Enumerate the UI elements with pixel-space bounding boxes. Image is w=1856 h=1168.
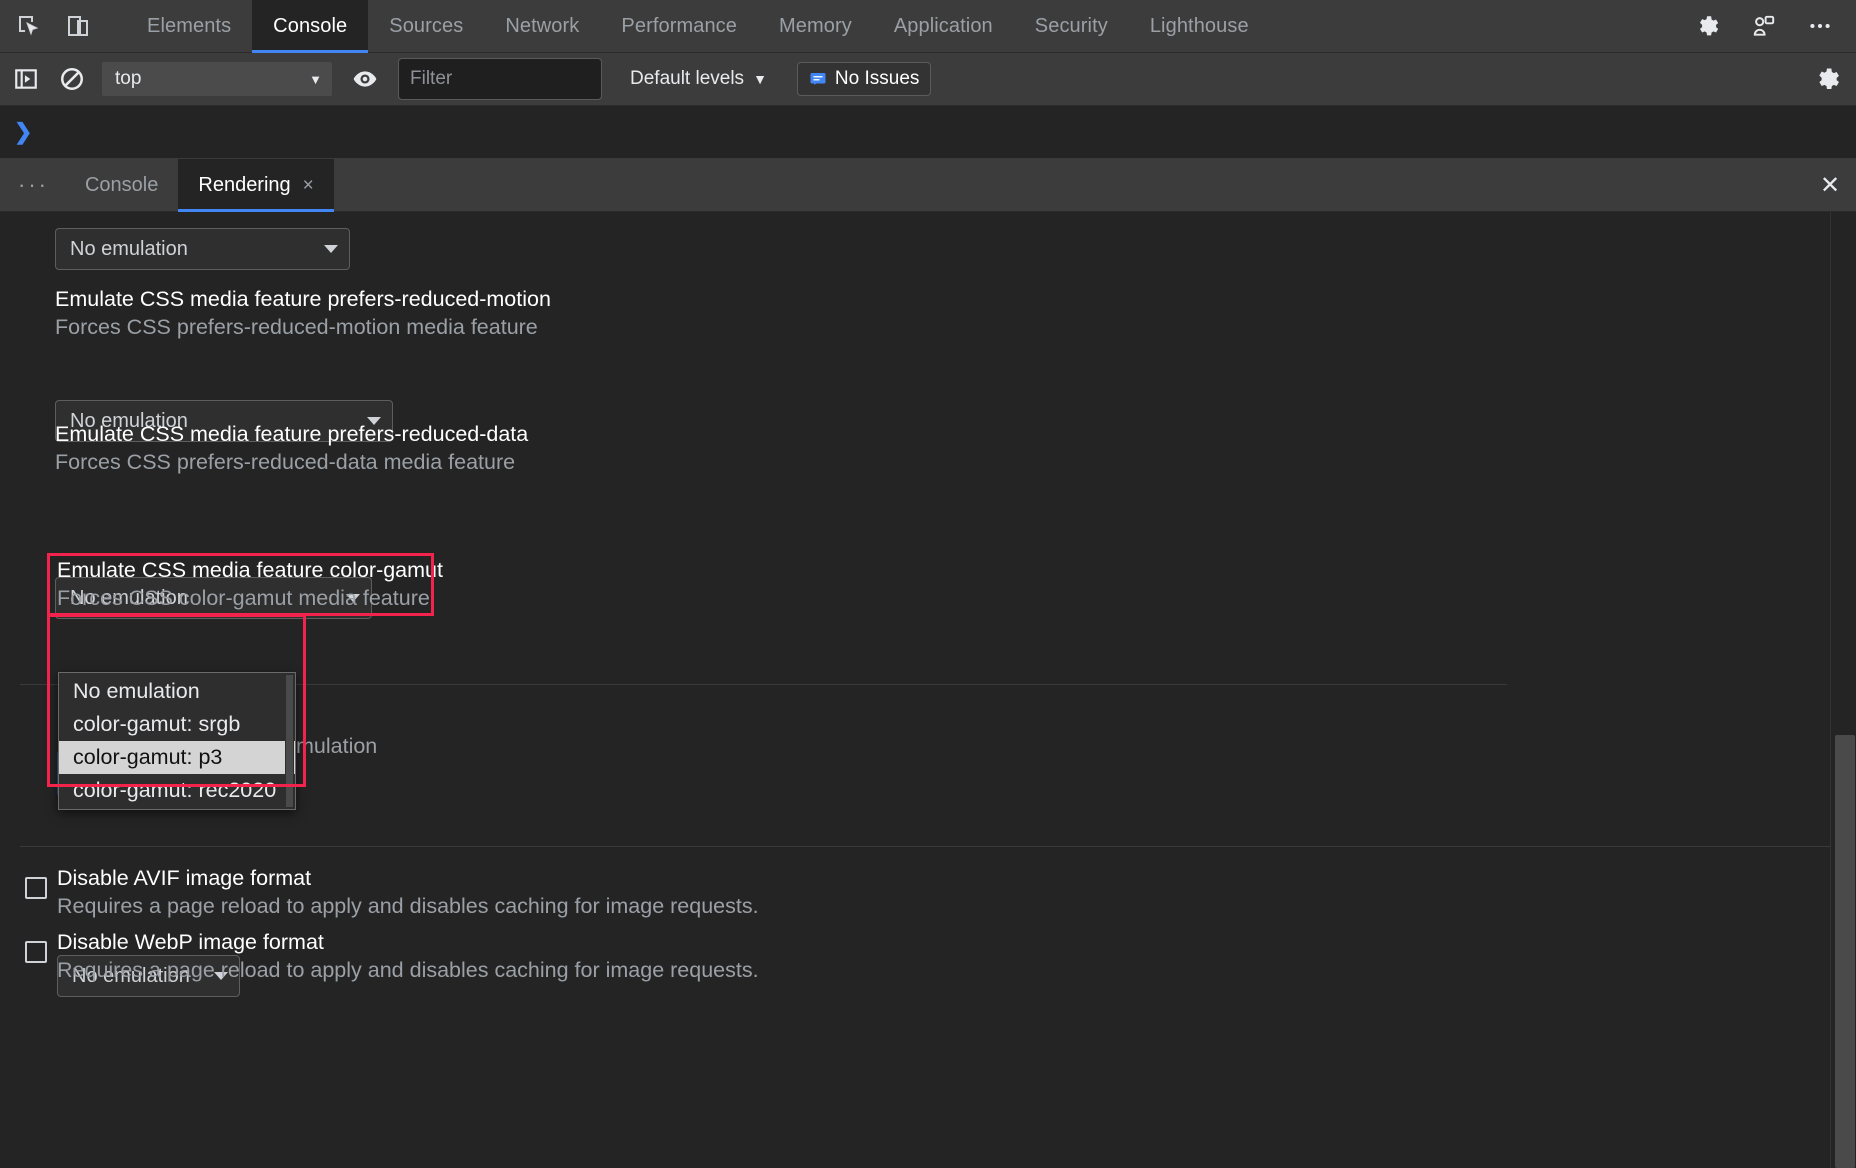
setting-color-gamut: Emulate CSS media feature color-gamut Fo… [57, 556, 443, 612]
checkbox-disable-avif[interactable] [25, 877, 47, 899]
drawer-tab-console[interactable]: Console [65, 159, 178, 212]
tab-label: Application [893, 14, 993, 37]
option-label: color-gamut: srgb [73, 712, 241, 736]
filter-input[interactable] [398, 58, 602, 100]
more-vertical-icon[interactable] [1798, 4, 1842, 48]
tab-label: Sources [389, 14, 464, 37]
setting-title: Emulate CSS media feature prefers-reduce… [55, 422, 529, 446]
drawer-tab-label: Console [84, 174, 159, 196]
close-drawer-button[interactable]: ✕ [1804, 159, 1856, 211]
more-horizontal-icon: ··· [18, 172, 49, 197]
setting-subtitle: Forces CSS color-gamut media feature [57, 586, 430, 610]
log-levels-label: Default levels [630, 68, 745, 89]
option-label: No emulation [73, 679, 200, 703]
main-tab-list: Elements Console Sources Network Perform… [126, 0, 1270, 53]
panel-scrollbar[interactable] [1830, 212, 1856, 1168]
scrollbar-thumb[interactable] [1835, 735, 1855, 1168]
inspect-element-icon[interactable] [6, 4, 50, 48]
select-value: No emulation [70, 237, 188, 260]
tab-label: Elements [147, 14, 232, 37]
tab-label: Console [273, 14, 348, 37]
option-color-gamut-rec2020[interactable]: color-gamut: rec2020 [59, 774, 295, 807]
javascript-context-select[interactable]: top ▼ [102, 62, 332, 96]
console-settings-gear-icon[interactable] [1814, 65, 1842, 93]
chevron-down-icon [324, 245, 338, 253]
drawer-tabbar: ··· Console Rendering × ✕ [0, 159, 1856, 212]
setting-subtitle: Forces CSS prefers-reduced-data media fe… [55, 450, 516, 474]
drawer-more-tabs-button[interactable]: ··· [0, 159, 65, 211]
main-tabbar-actions [1680, 4, 1856, 48]
tab-application[interactable]: Application [873, 0, 1014, 53]
setting-disable-avif: Disable AVIF image format Requires a pag… [57, 864, 759, 920]
rendering-panel: No emulation Emulate CSS media feature p… [0, 212, 1856, 1168]
setting-disable-webp: Disable WebP image format Requires a pag… [57, 928, 759, 984]
setting-title: Emulate CSS media feature color-gamut [57, 558, 443, 582]
tab-lighthouse[interactable]: Lighthouse [1129, 0, 1270, 53]
tab-label: Memory [779, 14, 852, 37]
show-console-sidebar-icon[interactable] [6, 59, 46, 99]
setting-title: Disable WebP image format [57, 930, 324, 954]
tab-label: Network [505, 14, 580, 37]
log-levels-dropdown[interactable]: Default levels ▼ [624, 64, 773, 94]
option-label: color-gamut: p3 [73, 745, 223, 769]
color-gamut-options-list[interactable]: No emulation color-gamut: srgb color-gam… [58, 672, 296, 810]
tab-sources[interactable]: Sources [368, 0, 484, 53]
tab-label: Performance [621, 14, 737, 37]
setting-title: Emulate CSS media feature prefers-reduce… [55, 287, 551, 311]
option-no-emulation[interactable]: No emulation [59, 675, 295, 708]
context-value: top [115, 68, 142, 89]
tab-performance[interactable]: Performance [600, 0, 758, 53]
section-divider-bottom [20, 846, 1836, 847]
setting-prefers-reduced-motion: Emulate CSS media feature prefers-reduce… [55, 285, 551, 341]
setting-title: Disable AVIF image format [57, 866, 312, 890]
select-top-partial[interactable]: No emulation [55, 228, 350, 270]
close-icon: ✕ [1819, 171, 1841, 199]
option-color-gamut-srgb[interactable]: color-gamut: srgb [59, 708, 295, 741]
checkbox-disable-webp[interactable] [25, 941, 47, 963]
gear-icon[interactable] [1686, 4, 1730, 48]
occluded-setting-label: mulation [296, 734, 377, 759]
tab-security[interactable]: Security [1014, 0, 1129, 53]
tab-elements[interactable]: Elements [126, 0, 252, 53]
prompt-caret-icon: ❯ [14, 119, 33, 144]
console-filter-toolbar: top ▼ Default levels ▼ No Issues [0, 53, 1856, 106]
close-icon[interactable]: × [303, 175, 314, 197]
tab-memory[interactable]: Memory [758, 0, 873, 53]
occluded-label-text: mulation [296, 734, 378, 758]
live-expression-icon[interactable] [346, 60, 384, 98]
setting-subtitle: Requires a page reload to apply and disa… [57, 958, 759, 982]
issues-label: No Issues [834, 68, 920, 89]
tab-label: Lighthouse [1149, 14, 1249, 37]
setting-subtitle: Requires a page reload to apply and disa… [57, 894, 759, 918]
options-scrollbar[interactable] [285, 675, 294, 807]
option-color-gamut-p3[interactable]: color-gamut: p3 [59, 741, 295, 774]
tab-label: Security [1034, 14, 1108, 37]
tab-console[interactable]: Console [252, 0, 369, 53]
chevron-down-icon: ▼ [753, 71, 767, 87]
console-prompt-row[interactable]: ❯ [0, 106, 1856, 159]
profile-icon[interactable] [1742, 4, 1786, 48]
setting-prefers-reduced-data: Emulate CSS media feature prefers-reduce… [55, 420, 528, 476]
devtools-main-tabbar: Elements Console Sources Network Perform… [0, 0, 1856, 53]
option-label: color-gamut: rec2020 [73, 778, 277, 802]
drawer-tab-label: Rendering [198, 174, 291, 196]
drawer-tab-rendering[interactable]: Rendering × [178, 159, 335, 212]
tab-network[interactable]: Network [484, 0, 600, 53]
issues-badge[interactable]: No Issues [796, 62, 932, 96]
issues-message-icon [809, 70, 827, 88]
clear-console-icon[interactable] [52, 59, 92, 99]
device-toolbar-icon[interactable] [56, 4, 100, 48]
chevron-down-icon: ▼ [309, 71, 322, 87]
setting-subtitle: Forces CSS prefers-reduced-motion media … [55, 315, 538, 339]
